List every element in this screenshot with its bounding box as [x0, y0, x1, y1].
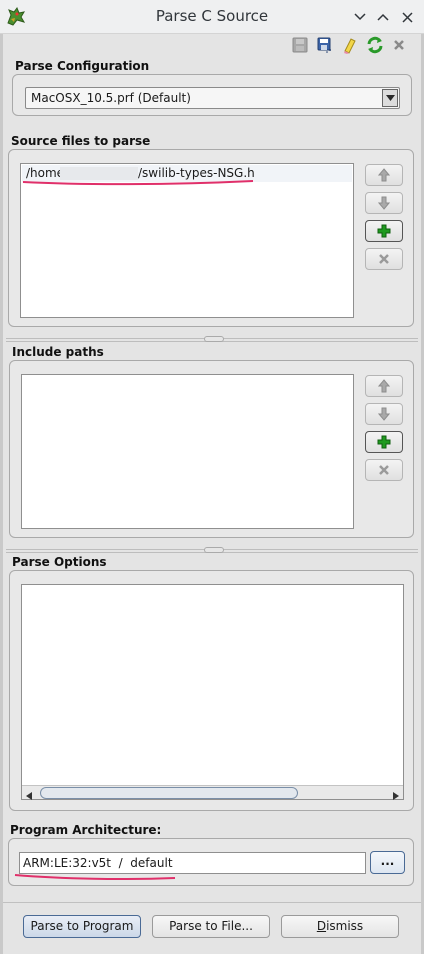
annotation-underline	[22, 180, 254, 186]
program-architecture-value: ARM:LE:32:v5t / default	[23, 856, 173, 870]
scrollbar-thumb[interactable]	[40, 787, 298, 799]
scroll-right-icon[interactable]	[393, 789, 399, 803]
splitter-handle[interactable]	[6, 547, 418, 553]
horizontal-scrollbar[interactable]	[22, 785, 403, 800]
annotation-underline	[14, 874, 176, 880]
browse-architecture-button[interactable]: ...	[370, 851, 405, 874]
parse-to-program-button[interactable]: Parse to Program	[23, 915, 141, 938]
move-down-button[interactable]	[365, 192, 403, 214]
parse-configuration-label: Parse Configuration	[15, 59, 150, 73]
add-include-path-button[interactable]	[365, 431, 403, 453]
parse-options-textarea[interactable]	[21, 584, 404, 800]
include-paths-label: Include paths	[12, 345, 104, 359]
source-files-label: Source files to parse	[11, 134, 151, 148]
remove-include-path-button[interactable]	[365, 459, 403, 481]
source-file-path-suffix: /swilib-types-NSG.h	[138, 166, 255, 180]
parse-to-file-button[interactable]: Parse to File...	[152, 915, 270, 938]
chevron-up-icon[interactable]	[374, 8, 392, 26]
title-bar: Parse C Source	[0, 0, 424, 34]
clear-icon[interactable]	[340, 35, 360, 55]
splitter-handle[interactable]	[6, 336, 418, 342]
dismiss-label-rest: ismiss	[326, 919, 364, 933]
dismiss-button[interactable]: Dismiss	[281, 915, 399, 938]
move-up-button[interactable]	[365, 375, 403, 397]
program-architecture-field[interactable]: ARM:LE:32:v5t / default	[19, 852, 366, 874]
splitter-grip[interactable]	[204, 336, 224, 342]
splitter-grip[interactable]	[204, 547, 224, 553]
parse-configuration-select[interactable]: MacOSX_10.5.prf (Default)	[25, 87, 400, 109]
program-architecture-label: Program Architecture:	[10, 823, 162, 837]
save-as-icon[interactable]	[315, 35, 335, 55]
move-up-button[interactable]	[365, 164, 403, 186]
close-icon[interactable]	[398, 8, 416, 26]
chevron-down-icon[interactable]	[351, 8, 369, 26]
source-file-path-prefix: /home	[26, 166, 65, 180]
refresh-icon[interactable]	[365, 35, 385, 55]
save-disabled-icon	[290, 35, 310, 55]
delete-icon[interactable]	[389, 35, 409, 55]
move-down-button[interactable]	[365, 403, 403, 425]
parse-options-label: Parse Options	[12, 555, 107, 569]
dropdown-arrow-icon[interactable]	[382, 89, 398, 107]
button-bar-divider	[3, 902, 421, 903]
scroll-left-icon[interactable]	[26, 789, 32, 803]
include-paths-list[interactable]	[21, 374, 354, 529]
parse-configuration-value: MacOSX_10.5.prf (Default)	[31, 91, 191, 105]
add-source-file-button[interactable]	[365, 220, 403, 242]
dismiss-mnemonic: D	[316, 919, 327, 933]
parse-c-source-dialog: Parse Configuration MacOSX_10.5.prf (Def…	[0, 34, 424, 954]
remove-source-file-button[interactable]	[365, 248, 403, 270]
